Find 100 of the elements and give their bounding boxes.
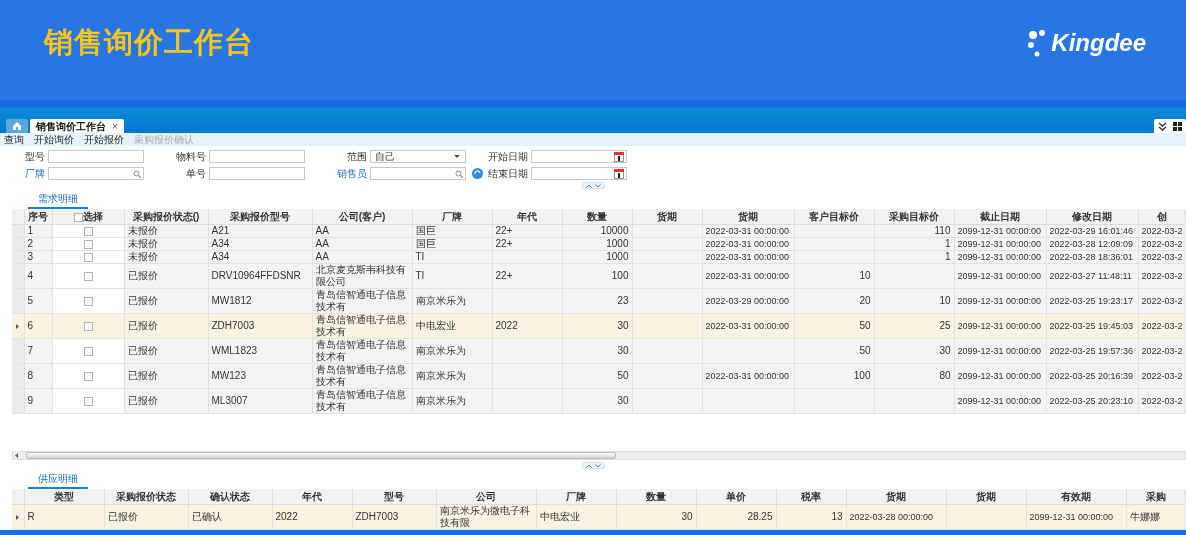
column-header: 创: [1138, 209, 1186, 225]
checkbox[interactable]: [83, 252, 93, 262]
table-cell: 2099-12-31 00:00:00: [954, 263, 1046, 289]
logo-dots-icon: [1027, 29, 1048, 57]
table-cell: 北京麦克斯韦科技有限公司: [312, 263, 412, 289]
collapse-toggle[interactable]: [581, 182, 605, 189]
row-pointer-icon: [16, 323, 20, 329]
input-field[interactable]: [370, 167, 466, 180]
field-label: 结束日期: [487, 167, 529, 181]
table-cell: 南京米乐为微电子科技有限: [436, 504, 536, 530]
toolbar-button[interactable]: 开始询价: [34, 133, 74, 146]
chevron-down-icon: [594, 183, 601, 188]
table-cell: ZDH7003: [208, 313, 312, 339]
grid-icon[interactable]: [1173, 121, 1182, 131]
table-cell: WML1823: [208, 338, 312, 364]
column-header: 货期: [846, 489, 946, 505]
horizontal-scrollbar[interactable]: [12, 451, 1186, 460]
row-pointer-icon: [16, 514, 20, 520]
input-field[interactable]: [209, 167, 305, 180]
column-header: 货期: [632, 209, 702, 225]
table-cell: 2022-03-25 20:16:39: [1046, 363, 1138, 389]
input-field[interactable]: [48, 167, 144, 180]
checkbox[interactable]: [83, 371, 93, 381]
checkbox[interactable]: [73, 212, 83, 222]
column-header: 型号: [352, 489, 436, 505]
toolbar-button[interactable]: 开始报价: [84, 133, 124, 146]
input-field[interactable]: [48, 150, 144, 163]
checkbox[interactable]: [83, 346, 93, 356]
logo-text: Kingdee: [1051, 28, 1146, 58]
search-icon[interactable]: [133, 169, 141, 178]
column-header: 税率: [776, 489, 846, 505]
chevron-up-icon: [585, 183, 592, 188]
table-cell: 2022-03-31 00:00:00: [702, 363, 794, 389]
field-link[interactable]: 厂牌: [0, 166, 48, 181]
dropdown-field[interactable]: 自己: [370, 150, 466, 163]
input-field[interactable]: [209, 150, 305, 163]
scrollbar-thumb[interactable]: [26, 452, 616, 459]
table-cell: 中电宏业: [536, 504, 616, 530]
checkbox-label: 选择: [82, 211, 103, 222]
table-cell: 50: [794, 313, 874, 339]
table-cell: 青岛信智通电子信息技术有: [312, 363, 412, 389]
table-cell: 28.25: [696, 504, 776, 530]
table-cell: 中电宏业: [412, 313, 492, 339]
table-cell: 2022-03-31 00:00:00: [702, 263, 794, 289]
checkbox[interactable]: [83, 321, 93, 331]
table-cell: R: [24, 504, 104, 530]
table-cell: 20: [794, 288, 874, 314]
column-header: 修改日期: [1046, 209, 1138, 225]
checkbox[interactable]: [83, 396, 93, 406]
table-cell: 2099-12-31 00:00:00: [954, 363, 1046, 389]
chevron-down-icon: [594, 463, 601, 468]
column-header: 厂牌: [412, 209, 492, 225]
field-label: 范围: [346, 150, 368, 164]
close-button[interactable]: ×: [112, 118, 118, 134]
field-link[interactable]: 销售员: [325, 166, 370, 181]
date-field[interactable]: [531, 150, 627, 163]
date-field[interactable]: [531, 167, 627, 180]
column-header: 采购: [1126, 489, 1186, 505]
calendar-icon[interactable]: [614, 151, 624, 162]
search-icon[interactable]: [455, 169, 463, 178]
column-header: 采购报价状态: [104, 489, 188, 505]
table-cell: 2022-03-25 19:45:03: [1046, 313, 1138, 339]
refresh-icon[interactable]: [472, 168, 483, 179]
column-header: 数量: [562, 209, 632, 225]
checkbox[interactable]: [83, 296, 93, 306]
table-cell: 已报价: [124, 388, 208, 414]
table-cell: 2022-03-27 11:48:11: [1046, 263, 1138, 289]
table-cell: 已报价: [124, 313, 208, 339]
column-header: 截止日期: [954, 209, 1046, 225]
column-header: 公司: [436, 489, 536, 505]
table-cell: DRV10964FFDSNR: [208, 263, 312, 289]
table-cell: 2022: [272, 504, 352, 530]
field-label: 物料号: [175, 150, 207, 164]
field-label: 型号: [24, 150, 46, 164]
collapse-toggle[interactable]: [581, 462, 605, 469]
table-cell: 已报价: [124, 363, 208, 389]
column-header: 年代: [492, 209, 562, 225]
column-header: 货期: [946, 489, 1026, 505]
page-tab[interactable]: 销售询价工作台 ×: [30, 119, 124, 133]
column-header: 货期: [702, 209, 794, 225]
toolbar-button[interactable]: 查询: [4, 133, 24, 146]
table-cell: ZDH7003: [352, 504, 436, 530]
table-cell: 25: [874, 313, 954, 339]
calendar-icon[interactable]: [614, 168, 624, 179]
scroll-left-icon[interactable]: [15, 453, 18, 458]
checkbox[interactable]: [83, 239, 93, 249]
table-cell: ML3007: [208, 388, 312, 414]
column-header: 单价: [696, 489, 776, 505]
home-tab[interactable]: [6, 119, 28, 133]
table-cell: 2099-12-31 00:00:00: [954, 288, 1046, 314]
table-cell: 青岛信智通电子信息技术有: [312, 388, 412, 414]
column-header: 年代: [272, 489, 352, 505]
checkbox[interactable]: [83, 226, 93, 236]
table-cell: 已报价: [124, 263, 208, 289]
table-cell: 2099-12-31 00:00:00: [954, 388, 1046, 414]
checkbox[interactable]: [83, 271, 93, 281]
table-cell: MW123: [208, 363, 312, 389]
table-cell: 100: [794, 363, 874, 389]
double-chevron-icon[interactable]: [1158, 121, 1167, 131]
table-cell: 南京米乐为: [412, 338, 492, 364]
